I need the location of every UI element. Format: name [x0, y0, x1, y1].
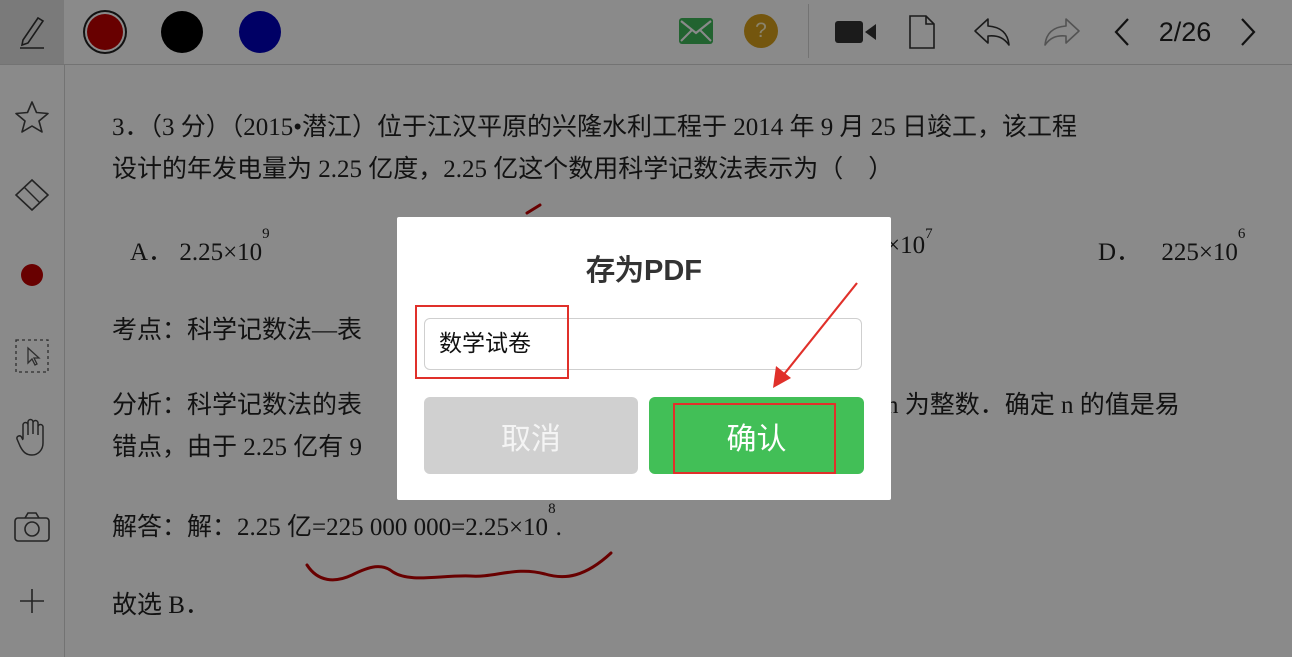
save-as-pdf-dialog: 存为PDF 数学试卷 取消 确认 [397, 217, 891, 500]
cancel-button[interactable]: 取消 [424, 397, 638, 474]
filename-input[interactable]: 数学试卷 [424, 318, 862, 370]
dialog-title: 存为PDF [585, 255, 702, 287]
confirm-button[interactable]: 确认 [649, 397, 864, 474]
